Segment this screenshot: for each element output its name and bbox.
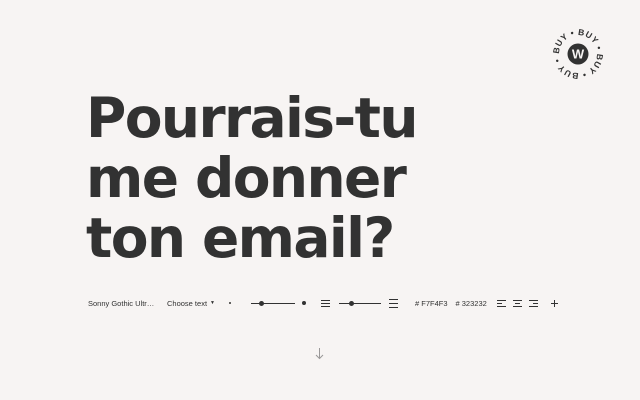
align-right-icon[interactable] <box>528 299 538 307</box>
page: BUY • BUY • BUY • BUY • W Pourrais-tu me… <box>0 0 640 400</box>
plus-icon[interactable] <box>550 299 558 307</box>
font-size-slider-track <box>250 302 295 304</box>
headline-line-2: me donner <box>86 146 407 210</box>
align-left-icon[interactable] <box>496 299 506 307</box>
choose-text-label: Choose text <box>167 298 208 308</box>
caret-down-icon: ▼ <box>210 300 215 306</box>
align-center-icon[interactable] <box>512 299 522 307</box>
arrow-down-icon[interactable] <box>314 347 325 360</box>
buy-badge-letter: W <box>572 47 585 62</box>
line-height-slider[interactable] <box>338 298 381 308</box>
line-height-loose-icon[interactable] <box>388 298 398 308</box>
headline[interactable]: Pourrais-tu me donner ton email? <box>86 88 606 268</box>
size-small-icon <box>228 302 231 304</box>
size-large-icon <box>301 301 306 305</box>
font-size-slider[interactable] <box>250 298 295 308</box>
line-height-slider-knob[interactable] <box>349 300 355 306</box>
choose-text-dropdown[interactable]: Choose text ▼ <box>167 299 215 308</box>
headline-line-3: ton email? <box>86 206 395 270</box>
buy-badge[interactable]: BUY • BUY • BUY • BUY • W <box>550 26 606 82</box>
buy-badge-graphic: BUY • BUY • BUY • BUY • W <box>551 27 605 81</box>
font-size-slider-knob[interactable] <box>259 300 265 306</box>
type-tester-toolbar: Sonny Gothic Ultra Black Choose text ▼ #… <box>88 294 558 312</box>
background-color-code[interactable]: # F7F4F3 <box>415 299 448 308</box>
headline-line-1: Pourrais-tu <box>86 86 418 150</box>
line-height-slider-track <box>338 302 381 304</box>
text-color-code[interactable]: # 323232 <box>456 299 487 308</box>
font-selector[interactable]: Sonny Gothic Ultra Black <box>88 299 158 308</box>
line-height-tight-icon[interactable] <box>320 299 330 307</box>
